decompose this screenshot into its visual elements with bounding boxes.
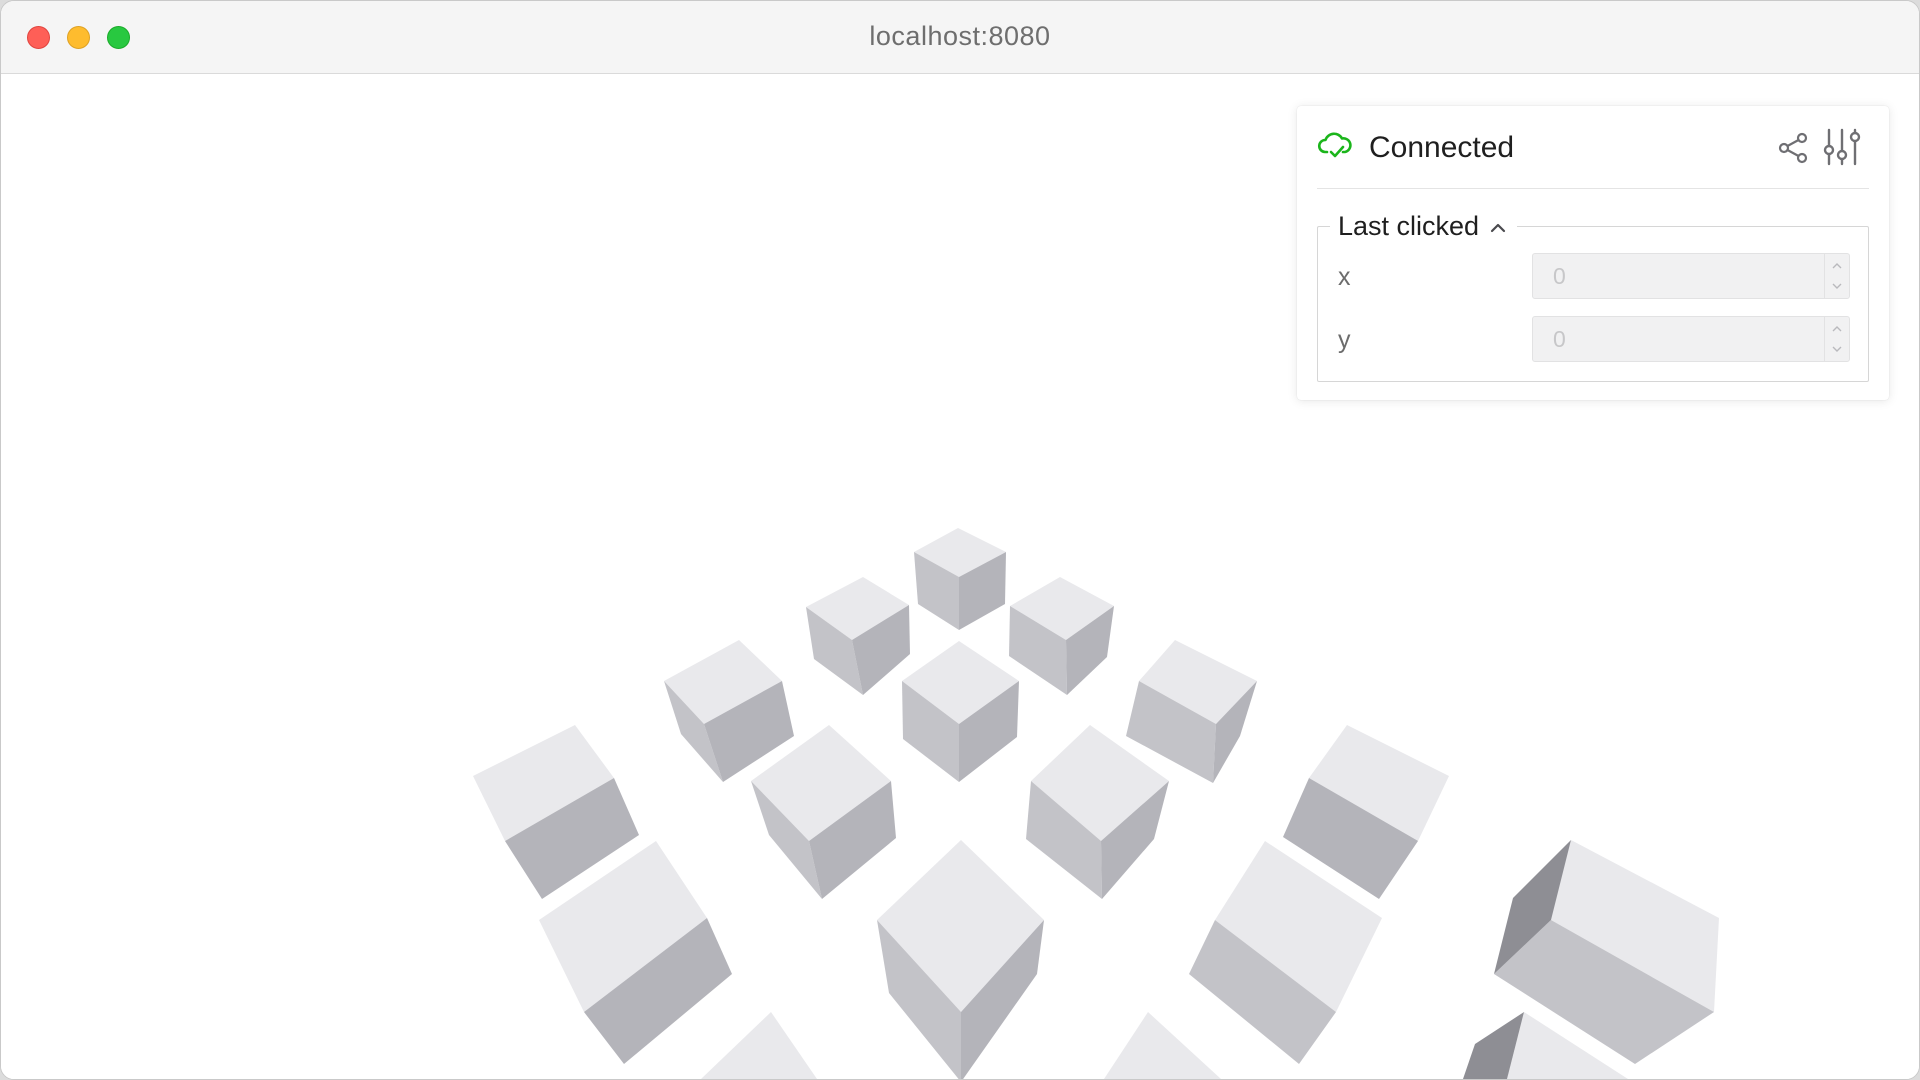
cube[interactable] — [1104, 1012, 1221, 1079]
y-increment-icon[interactable] — [1831, 325, 1843, 333]
status-row: Connected — [1317, 106, 1869, 189]
cube[interactable] — [902, 641, 1019, 782]
last-clicked-folder: Last clicked x 0 y 0 — [1317, 211, 1869, 382]
last-clicked-title: Last clicked — [1338, 211, 1480, 241]
canvas-viewport[interactable]: Connected Last clicked x 0 y 0 — [1, 74, 1919, 1079]
sliders-icon[interactable] — [1823, 128, 1861, 166]
cube-top-face[interactable] — [701, 1012, 817, 1079]
x-increment-icon[interactable] — [1831, 262, 1843, 270]
window-url: localhost:8080 — [869, 21, 1051, 51]
controls-panel: Connected Last clicked x 0 y 0 — [1297, 106, 1889, 400]
y-label: y — [1338, 326, 1351, 354]
browser-window: localhost:8080 Connected Last clicked x … — [0, 0, 1920, 1080]
last-clicked-toggle[interactable]: Last clicked — [1330, 211, 1518, 242]
cube[interactable] — [1009, 577, 1114, 695]
y-number-input[interactable]: 0 — [1532, 316, 1850, 362]
cube[interactable] — [1026, 725, 1169, 899]
x-decrement-icon[interactable] — [1831, 282, 1843, 290]
connection-status: Connected — [1369, 131, 1515, 164]
x-number-input[interactable]: 0 — [1532, 253, 1850, 299]
cube[interactable] — [701, 1012, 817, 1079]
x-label: x — [1338, 263, 1351, 291]
share-icon[interactable] — [1777, 132, 1809, 164]
cube[interactable] — [751, 725, 896, 899]
cube[interactable] — [806, 577, 910, 695]
cube[interactable] — [914, 528, 1006, 630]
y-value: 0 — [1553, 326, 1566, 352]
cloud-check-icon — [1317, 132, 1352, 158]
x-stepper[interactable] — [1824, 254, 1849, 298]
y-stepper[interactable] — [1824, 317, 1849, 361]
title-bar: localhost:8080 — [1, 1, 1919, 74]
chevron-up-icon — [1490, 223, 1506, 232]
cube-top-face[interactable] — [1104, 1012, 1221, 1079]
y-decrement-icon[interactable] — [1831, 345, 1843, 353]
cube[interactable] — [877, 840, 1044, 1079]
cube[interactable] — [1126, 640, 1257, 783]
cube[interactable] — [664, 640, 794, 782]
x-value: 0 — [1553, 263, 1566, 289]
